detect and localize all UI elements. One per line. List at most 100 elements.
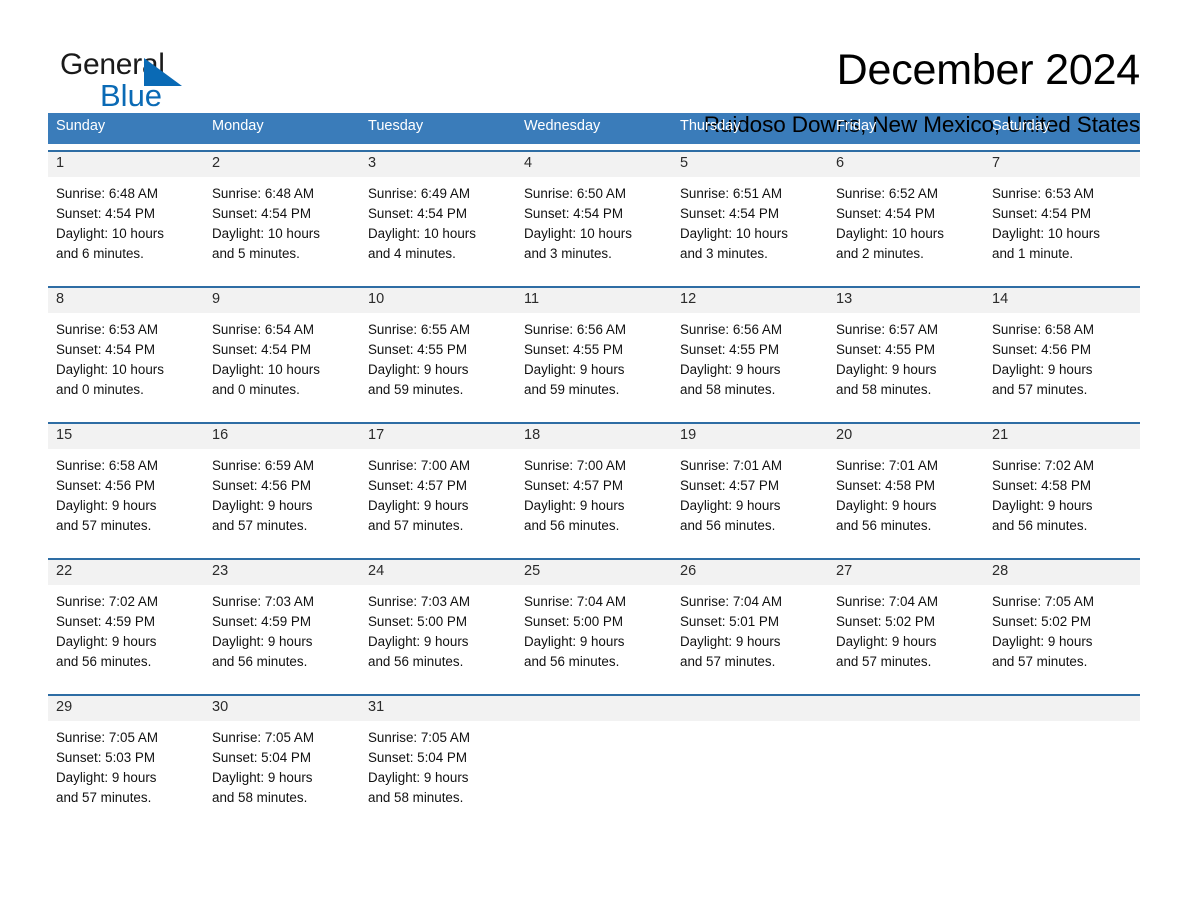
day-number-band: 22 23 24 25 26 27 28 [48, 560, 1140, 585]
day-cell[interactable]: Sunrise: 6:56 AM Sunset: 4:55 PM Dayligh… [672, 313, 828, 416]
sunset-text: Sunset: 4:56 PM [992, 342, 1091, 357]
weekday-saturday: Saturday [992, 118, 1051, 134]
day-number: 5 [680, 155, 689, 171]
day-number: 20 [836, 427, 853, 443]
day-cell[interactable]: Sunrise: 6:48 AM Sunset: 4:54 PM Dayligh… [204, 177, 360, 280]
sunrise-text: Sunrise: 6:58 AM [56, 458, 158, 473]
sunrise-text: Sunrise: 6:57 AM [836, 322, 938, 337]
day-cell[interactable]: Sunrise: 6:49 AM Sunset: 4:54 PM Dayligh… [360, 177, 516, 280]
day-number: 24 [368, 563, 385, 579]
day-cell[interactable]: Sunrise: 7:02 AM Sunset: 4:59 PM Dayligh… [48, 585, 204, 688]
daylight-text-line2: and 57 minutes. [212, 518, 308, 533]
daylight-text-line2: and 56 minutes. [212, 654, 308, 669]
day-cell[interactable]: Sunrise: 7:00 AM Sunset: 4:57 PM Dayligh… [516, 449, 672, 552]
daylight-text-line1: Daylight: 10 hours [368, 226, 476, 241]
sunrise-text: Sunrise: 6:49 AM [368, 186, 470, 201]
sunrise-text: Sunrise: 7:05 AM [368, 730, 470, 745]
sunrise-text: Sunrise: 6:53 AM [992, 186, 1094, 201]
day-number: 3 [368, 155, 377, 171]
sunrise-text: Sunrise: 7:02 AM [992, 458, 1094, 473]
day-cell[interactable]: Sunrise: 7:01 AM Sunset: 4:57 PM Dayligh… [672, 449, 828, 552]
day-cell[interactable]: Sunrise: 7:05 AM Sunset: 5:04 PM Dayligh… [360, 721, 516, 824]
daylight-text-line2: and 56 minutes. [524, 654, 620, 669]
daylight-text-line1: Daylight: 10 hours [524, 226, 632, 241]
daylight-text-line1: Daylight: 9 hours [992, 634, 1093, 649]
sunset-text: Sunset: 5:03 PM [56, 750, 155, 765]
day-cell-empty [516, 721, 672, 824]
daylight-text-line1: Daylight: 9 hours [680, 362, 781, 377]
page-title: December 2024 [836, 46, 1141, 94]
daylight-text-line1: Daylight: 10 hours [836, 226, 944, 241]
daylight-text-line1: Daylight: 10 hours [680, 226, 788, 241]
sunset-text: Sunset: 4:54 PM [836, 206, 935, 221]
daylight-text-line2: and 1 minute. [992, 246, 1074, 261]
day-cell[interactable]: Sunrise: 6:52 AM Sunset: 4:54 PM Dayligh… [828, 177, 984, 280]
weekday-friday: Friday [836, 118, 877, 134]
daylight-text-line1: Daylight: 9 hours [212, 498, 313, 513]
daylight-text-line1: Daylight: 9 hours [524, 498, 625, 513]
daylight-text-line2: and 57 minutes. [56, 790, 152, 805]
daylight-text-line1: Daylight: 10 hours [56, 226, 164, 241]
day-cell[interactable]: Sunrise: 7:04 AM Sunset: 5:02 PM Dayligh… [828, 585, 984, 688]
day-number: 28 [992, 563, 1009, 579]
sunset-text: Sunset: 4:54 PM [212, 342, 311, 357]
day-cell[interactable]: Sunrise: 6:48 AM Sunset: 4:54 PM Dayligh… [48, 177, 204, 280]
day-number: 16 [212, 427, 229, 443]
day-cell[interactable]: Sunrise: 7:01 AM Sunset: 4:58 PM Dayligh… [828, 449, 984, 552]
day-cell[interactable]: Sunrise: 6:56 AM Sunset: 4:55 PM Dayligh… [516, 313, 672, 416]
sunset-text: Sunset: 4:54 PM [524, 206, 623, 221]
day-cell[interactable]: Sunrise: 6:57 AM Sunset: 4:55 PM Dayligh… [828, 313, 984, 416]
day-number: 9 [212, 291, 221, 307]
day-cell[interactable]: Sunrise: 7:05 AM Sunset: 5:03 PM Dayligh… [48, 721, 204, 824]
daylight-text-line1: Daylight: 9 hours [368, 498, 469, 513]
day-number-band: 29 30 31 [48, 696, 1140, 721]
day-cell[interactable]: Sunrise: 7:03 AM Sunset: 5:00 PM Dayligh… [360, 585, 516, 688]
daylight-text-line2: and 3 minutes. [524, 246, 612, 261]
day-cell[interactable]: Sunrise: 7:03 AM Sunset: 4:59 PM Dayligh… [204, 585, 360, 688]
day-number-band: 1 2 3 4 5 6 7 [48, 152, 1140, 177]
daylight-text-line1: Daylight: 9 hours [680, 498, 781, 513]
weekday-tuesday: Tuesday [368, 118, 424, 134]
day-cell[interactable]: Sunrise: 7:02 AM Sunset: 4:58 PM Dayligh… [984, 449, 1140, 552]
daylight-text-line1: Daylight: 9 hours [56, 770, 157, 785]
day-cell[interactable]: Sunrise: 7:04 AM Sunset: 5:00 PM Dayligh… [516, 585, 672, 688]
day-cell[interactable]: Sunrise: 6:55 AM Sunset: 4:55 PM Dayligh… [360, 313, 516, 416]
sunset-text: Sunset: 4:54 PM [992, 206, 1091, 221]
daylight-text-line2: and 57 minutes. [56, 518, 152, 533]
day-number-empty [828, 696, 984, 721]
day-cells-row: Sunrise: 6:48 AM Sunset: 4:54 PM Dayligh… [48, 177, 1140, 280]
daylight-text-line2: and 57 minutes. [680, 654, 776, 669]
daylight-text-line2: and 0 minutes. [212, 382, 300, 397]
daylight-text-line1: Daylight: 9 hours [836, 634, 937, 649]
sunrise-text: Sunrise: 6:55 AM [368, 322, 470, 337]
day-cell[interactable]: Sunrise: 6:58 AM Sunset: 4:56 PM Dayligh… [984, 313, 1140, 416]
day-number: 13 [836, 291, 853, 307]
sunset-text: Sunset: 4:58 PM [992, 478, 1091, 493]
day-cells-row: Sunrise: 7:02 AM Sunset: 4:59 PM Dayligh… [48, 585, 1140, 688]
day-cell[interactable]: Sunrise: 7:04 AM Sunset: 5:01 PM Dayligh… [672, 585, 828, 688]
day-number: 4 [524, 155, 533, 171]
day-cell[interactable]: Sunrise: 7:05 AM Sunset: 5:02 PM Dayligh… [984, 585, 1140, 688]
day-number: 22 [56, 563, 73, 579]
weekday-thursday: Thursday [680, 118, 741, 134]
daylight-text-line1: Daylight: 9 hours [368, 634, 469, 649]
day-number-band: 15 16 17 18 19 20 21 [48, 424, 1140, 449]
day-cell[interactable]: Sunrise: 6:54 AM Sunset: 4:54 PM Dayligh… [204, 313, 360, 416]
day-cell[interactable]: Sunrise: 6:59 AM Sunset: 4:56 PM Dayligh… [204, 449, 360, 552]
day-cell[interactable]: Sunrise: 6:53 AM Sunset: 4:54 PM Dayligh… [48, 313, 204, 416]
day-cell[interactable]: Sunrise: 6:58 AM Sunset: 4:56 PM Dayligh… [48, 449, 204, 552]
daylight-text-line2: and 58 minutes. [212, 790, 308, 805]
sunset-text: Sunset: 5:00 PM [524, 614, 623, 629]
day-cell[interactable]: Sunrise: 6:53 AM Sunset: 4:54 PM Dayligh… [984, 177, 1140, 280]
day-cell[interactable]: Sunrise: 7:00 AM Sunset: 4:57 PM Dayligh… [360, 449, 516, 552]
sunrise-text: Sunrise: 7:04 AM [836, 594, 938, 609]
day-number: 12 [680, 291, 697, 307]
daylight-text-line2: and 5 minutes. [212, 246, 300, 261]
daylight-text-line1: Daylight: 10 hours [212, 226, 320, 241]
day-cell[interactable]: Sunrise: 6:50 AM Sunset: 4:54 PM Dayligh… [516, 177, 672, 280]
day-cell[interactable]: Sunrise: 6:51 AM Sunset: 4:54 PM Dayligh… [672, 177, 828, 280]
daylight-text-line1: Daylight: 9 hours [992, 362, 1093, 377]
sunrise-text: Sunrise: 6:52 AM [836, 186, 938, 201]
daylight-text-line1: Daylight: 9 hours [524, 634, 625, 649]
day-cell[interactable]: Sunrise: 7:05 AM Sunset: 5:04 PM Dayligh… [204, 721, 360, 824]
